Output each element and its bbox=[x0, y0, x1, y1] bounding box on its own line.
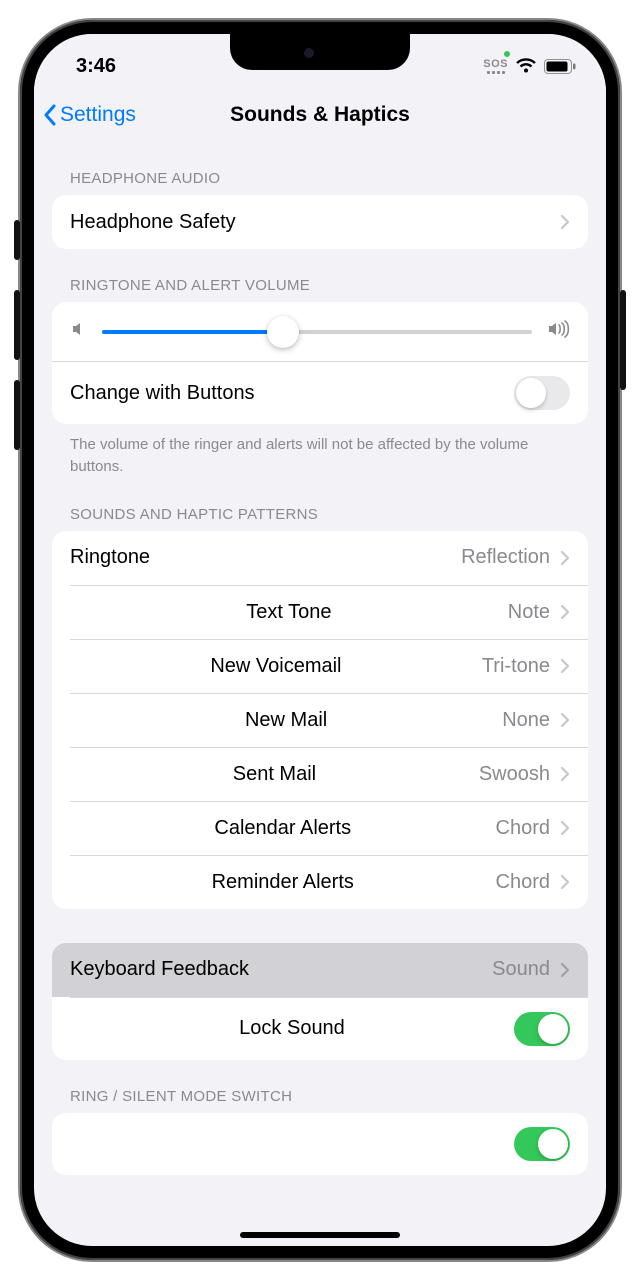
chevron-right-icon bbox=[560, 820, 570, 836]
status-time: 3:46 bbox=[76, 55, 116, 78]
headphone-safety-row[interactable]: Headphone Safety bbox=[52, 195, 588, 249]
pattern-value: Chord bbox=[496, 871, 550, 894]
page-title: Sounds & Haptics bbox=[230, 103, 410, 127]
pattern-row[interactable]: Calendar Alerts Chord bbox=[70, 801, 588, 855]
volume-slider-row bbox=[52, 302, 588, 361]
section-header-headphone: HEADPHONE AUDIO bbox=[70, 170, 570, 187]
wifi-icon bbox=[515, 58, 537, 74]
back-button[interactable]: Settings bbox=[42, 103, 136, 127]
chevron-right-icon bbox=[560, 962, 570, 978]
pattern-value: Reflection bbox=[461, 546, 550, 569]
chevron-right-icon bbox=[560, 604, 570, 620]
ring-silent-row[interactable] bbox=[52, 1113, 588, 1175]
nav-bar: Settings Sounds & Haptics bbox=[34, 88, 606, 142]
pattern-row[interactable]: Ringtone Reflection bbox=[52, 531, 588, 585]
lock-sound-toggle[interactable] bbox=[514, 1012, 570, 1046]
section-header-patterns: SOUNDS AND HAPTIC PATTERNS bbox=[70, 506, 570, 523]
chevron-left-icon bbox=[42, 103, 58, 127]
pattern-label: Text Tone bbox=[246, 601, 331, 624]
chevron-right-icon bbox=[560, 214, 570, 230]
pattern-label: New Mail bbox=[245, 709, 327, 732]
home-indicator[interactable] bbox=[240, 1232, 400, 1238]
pattern-label: Calendar Alerts bbox=[214, 817, 351, 840]
keyboard-feedback-value: Sound bbox=[492, 958, 550, 981]
chevron-right-icon bbox=[560, 658, 570, 674]
slider-fill bbox=[102, 330, 283, 334]
keyboard-feedback-label: Keyboard Feedback bbox=[70, 958, 249, 981]
speaker-low-icon bbox=[70, 320, 88, 343]
pattern-row[interactable]: Reminder Alerts Chord bbox=[70, 855, 588, 909]
chevron-right-icon bbox=[560, 766, 570, 782]
pattern-label: New Voicemail bbox=[210, 655, 341, 678]
pattern-value: Chord bbox=[496, 817, 550, 840]
volume-slider[interactable] bbox=[102, 330, 532, 334]
section-header-ringer: RINGTONE AND ALERT VOLUME bbox=[70, 277, 570, 294]
speaker-high-icon bbox=[546, 320, 570, 343]
headphone-safety-label: Headphone Safety bbox=[70, 211, 236, 234]
chevron-right-icon bbox=[560, 874, 570, 890]
pattern-value: Note bbox=[508, 601, 550, 624]
pattern-row[interactable]: New Voicemail Tri-tone bbox=[70, 639, 588, 693]
change-with-buttons-toggle[interactable] bbox=[514, 376, 570, 410]
pattern-label: Reminder Alerts bbox=[212, 871, 354, 894]
lock-sound-label: Lock Sound bbox=[239, 1017, 345, 1040]
change-with-buttons-row[interactable]: Change with Buttons bbox=[52, 361, 588, 424]
pattern-value: Tri-tone bbox=[482, 655, 550, 678]
keyboard-feedback-row[interactable]: Keyboard Feedback Sound bbox=[52, 943, 588, 997]
slider-thumb[interactable] bbox=[267, 316, 299, 348]
pattern-value: Swoosh bbox=[479, 763, 550, 786]
pattern-row[interactable]: Text Tone Note bbox=[70, 585, 588, 639]
pattern-label: Sent Mail bbox=[233, 763, 316, 786]
pattern-value: None bbox=[502, 709, 550, 732]
pattern-row[interactable]: Sent Mail Swoosh bbox=[70, 747, 588, 801]
ringer-footer: The volume of the ringer and alerts will… bbox=[70, 434, 570, 478]
back-label: Settings bbox=[60, 103, 136, 127]
chevron-right-icon bbox=[560, 550, 570, 566]
pattern-row[interactable]: New Mail None bbox=[70, 693, 588, 747]
ring-silent-toggle[interactable] bbox=[514, 1127, 570, 1161]
battery-icon bbox=[544, 59, 576, 74]
pattern-label: Ringtone bbox=[70, 546, 150, 569]
section-header-ring-silent: RING / SILENT MODE SWITCH bbox=[70, 1088, 570, 1105]
chevron-right-icon bbox=[560, 712, 570, 728]
lock-sound-row[interactable]: Lock Sound bbox=[70, 997, 588, 1060]
change-with-buttons-label: Change with Buttons bbox=[70, 382, 255, 405]
status-sos: SOS bbox=[483, 59, 508, 74]
